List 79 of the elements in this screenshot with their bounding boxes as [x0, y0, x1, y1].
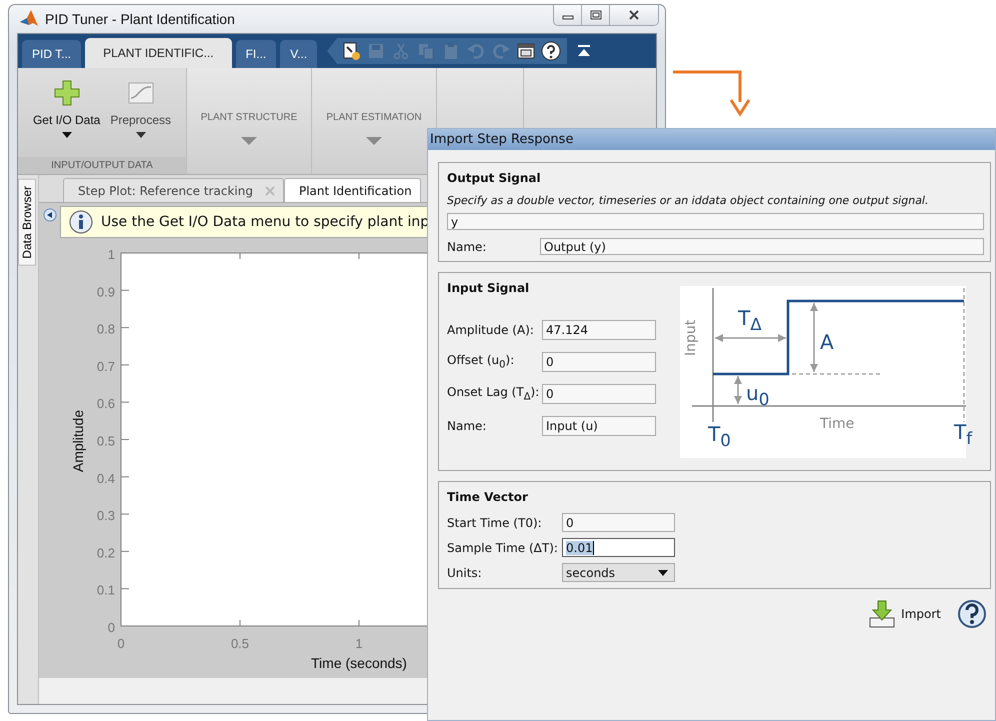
plus-icon [52, 78, 82, 108]
document-tab[interactable]: Step Plot: Reference tracking [63, 178, 284, 202]
section-button[interactable]: PLANT ESTIMATION [326, 112, 422, 123]
tick-label: 1 [355, 636, 363, 651]
section-heading: Time Vector [447, 490, 529, 504]
lag-label: T$_{Δ}$ [738, 308, 762, 334]
tick-label: 0.4 [96, 470, 115, 486]
section-heading: Input Signal [447, 281, 530, 295]
close-icon [628, 10, 640, 20]
get-data-button[interactable]: Get I/O Data [28, 72, 104, 157]
field-label: Name: [447, 419, 488, 433]
input-field[interactable]: 0 [542, 384, 656, 404]
toolstrip-tab[interactable]: PID T... [22, 40, 82, 68]
field-label: Sample Time (ΔT): [447, 540, 559, 554]
amplitude-label: A [820, 332, 834, 352]
input-field[interactable]: 0 [542, 352, 656, 372]
input-field[interactable]: 0 [562, 513, 675, 532]
tick-label: 0.9 [96, 284, 115, 300]
window-title: PID Tuner - Plant Identification [45, 11, 235, 27]
maximize-button[interactable] [582, 5, 610, 25]
axis-label: Input [684, 320, 698, 356]
field-label: Offset (u$_{0}$): [447, 353, 516, 371]
description-text: Specify as a double vector, timeseries or an iddata object containing one output signal. [447, 194, 930, 207]
field-label: Start Time (T0): [447, 516, 543, 530]
tick-label: 0.2 [96, 545, 115, 560]
logo-icon [19, 9, 39, 29]
units-dropdown[interactable]: seconds [562, 563, 675, 582]
tick-label: 0.6 [96, 396, 115, 412]
input-field[interactable]: Output (y) [540, 238, 984, 255]
tick-label: 0.7 [96, 358, 115, 374]
maximize-icon [590, 10, 602, 20]
dialog-title: Import Step Response [430, 132, 574, 147]
new-icon[interactable] [341, 41, 362, 61]
toolstrip-tab[interactable]: V... [280, 40, 318, 68]
tick-label: 1 [108, 247, 115, 262]
input-field[interactable]: 47.124 [542, 320, 656, 340]
tick-label: 0.3 [96, 508, 115, 524]
field-label: Units: [447, 566, 483, 580]
end-time-label: T$_{f}$ [954, 422, 972, 448]
field-label: Onset Lag (T$_{Δ}$): [447, 385, 540, 403]
download-icon [869, 600, 896, 628]
caret-icon [62, 132, 72, 138]
tick-label: 0.5 [230, 636, 250, 651]
tick-label: 0.5 [96, 434, 115, 448]
dimension-arrow [715, 334, 786, 342]
minimize-button[interactable] [554, 5, 582, 25]
close-button[interactable] [610, 5, 658, 25]
dimension-arrow [734, 376, 742, 404]
dimension-arrow [810, 303, 818, 372]
section-heading: Output Signal [447, 171, 542, 185]
import-button[interactable]: Import [869, 600, 941, 628]
tick-label: 0.1 [96, 582, 115, 598]
field-label: Name: [447, 240, 488, 254]
input-field[interactable]: 0.01 [562, 538, 675, 557]
toolstrip-tab[interactable]: PLANT IDENTIFIC... [85, 38, 232, 68]
y-axis-label: Amplitude [70, 410, 86, 472]
axis-label: Time [820, 417, 854, 431]
offset-label: u$_{0}$ [746, 383, 770, 409]
tick-label: 0 [117, 636, 125, 651]
dropdown-arrow-icon [658, 570, 668, 576]
layout-icon[interactable] [516, 41, 536, 61]
input-field[interactable]: Input (u) [542, 416, 656, 436]
x-axis-label: Time (seconds) [311, 655, 407, 671]
toolstrip-tab[interactable]: FI... [236, 40, 276, 68]
input-field[interactable]: y [447, 213, 984, 230]
group-label: INPUT/OUTPUT DATA [18, 157, 186, 174]
help-icon[interactable] [541, 41, 562, 61]
tick-label: 0 [108, 620, 115, 635]
collapse-icon[interactable] [577, 44, 592, 58]
caret-icon [136, 132, 146, 138]
section-button[interactable]: PLANT STRUCTURE [200, 112, 298, 123]
start-time-label: T$_{0}$ [708, 424, 731, 450]
collapse-icon[interactable] [43, 208, 57, 222]
document-tab[interactable]: Plant Identification [284, 178, 421, 202]
tick-label: 0.8 [96, 322, 115, 337]
field-label: Amplitude (A): [447, 323, 535, 337]
help-icon[interactable] [957, 599, 987, 629]
info-icon [69, 210, 93, 234]
side-panel-tab[interactable]: Data Browser [18, 179, 36, 266]
